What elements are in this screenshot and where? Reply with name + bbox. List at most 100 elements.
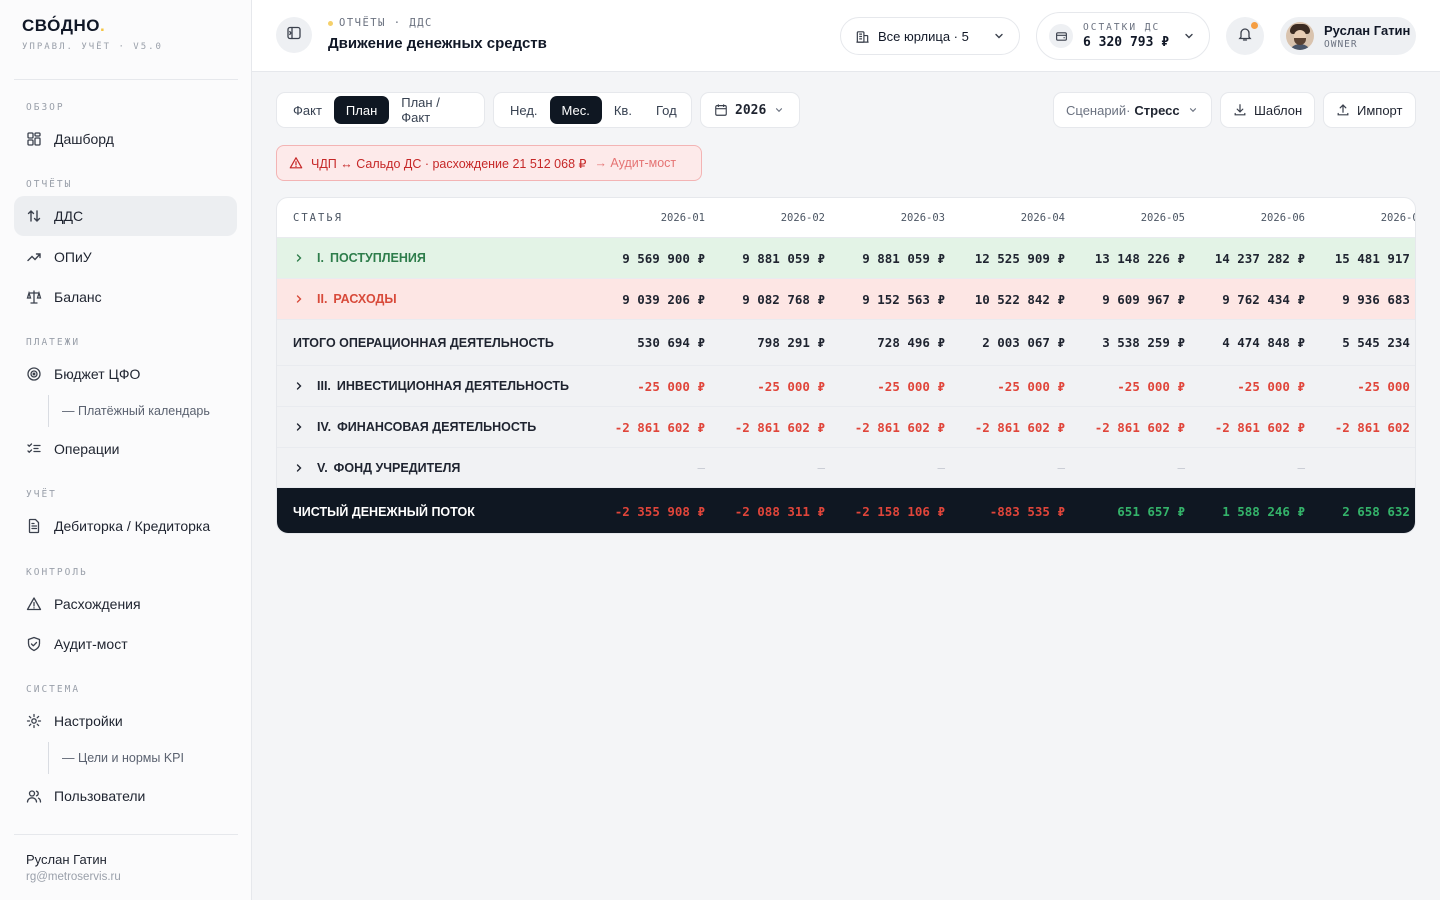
cash-balance-label: ОСТАТКИ ДС [1083,22,1161,33]
sidebar-item-label: Дашборд [54,131,114,147]
brand[interactable]: СВО́ДНО. УПРАВЛ. УЧЁТ · V5.0 [22,16,163,52]
row-title: ФИНАНСОВАЯ ДЕЯТЕЛЬНОСТЬ [337,420,537,434]
row-title: ИНВЕСТИЦИОННАЯ ДЕЯТЕЛЬНОСТЬ [336,379,570,393]
table-cell: -2 861 602 ₽ [1334,419,1416,435]
row-number: III. [317,379,331,393]
period-segmented-control: Нед. Мес. Кв. Год [493,92,692,128]
chevron-right-icon[interactable] [293,380,307,392]
alert-audit-link[interactable]: → Аудит-мост [594,156,676,170]
table-cell: 14 237 282 ₽ [1214,250,1305,266]
row-number: II. [317,292,328,306]
column-header: 2026-06 [1260,211,1305,224]
row-label: II. РАСХОДЫ [293,292,397,306]
table-row-income[interactable]: I. ПОСТУПЛЕНИЯ 9 569 900 ₽ 9 881 059 ₽ 9… [277,238,1415,279]
import-label: Импорт [1357,102,1403,118]
table-cell: 10 522 842 ₽ [974,291,1065,307]
document-icon [26,518,42,534]
scenario-selector[interactable]: Сценарий· Стресс [1053,92,1212,128]
chevron-right-icon[interactable] [293,252,307,264]
sidebar-item-receivables[interactable]: Дебиторка / Кредиторка [14,506,237,546]
user-menu[interactable]: Руслан Гатин OWNER [1280,17,1416,55]
year-selector[interactable]: 2026 [700,92,800,128]
chevron-right-icon[interactable] [293,421,307,433]
sidebar-item-discrepancies[interactable]: Расхождения [14,584,237,624]
table-cell: -2 861 602 ₽ [854,419,945,435]
chevron-right-icon[interactable] [293,462,307,474]
sidebar-item-dds[interactable]: ДДС [14,196,237,236]
period-year-tab[interactable]: Год [644,96,689,124]
sidebar-toggle-button[interactable] [276,17,312,53]
shield-check-icon [26,636,42,652]
breadcrumb-dot [328,20,333,26]
table-cell: -2 355 908 ₽ [614,504,705,519]
period-quarter-tab[interactable]: Кв. [602,96,644,124]
table-cell: -25 000 ₽ [637,378,705,394]
top-header: ОТЧЁТЫ · ДДС Движение денежных средств В… [252,0,1440,72]
period-month-tab[interactable]: Мес. [549,96,602,124]
table-cell: 9 881 059 ₽ [862,250,945,266]
table-cell: 2 658 632 ₽ [1342,504,1415,519]
template-label: Шаблон [1254,102,1303,118]
discrepancy-alert[interactable]: ЧДП ↔ Сальдо ДС · расхождение 21 512 068… [276,145,702,181]
table-row-founder-fund[interactable]: V. ФОНД УЧРЕДИТЕЛЯ — — — — — — — [277,448,1415,488]
sidebar-subitem-kpi[interactable]: — Цели и нормы KPI [48,742,184,774]
sidebar-item-settings[interactable]: Настройки [14,701,237,741]
table-cell: 9 152 563 ₽ [862,291,945,307]
row-title: РАСХОДЫ [333,292,397,306]
sidebar-item-operations[interactable]: Операции [14,429,237,469]
year-value: 2026 [735,102,767,118]
checklist-icon [26,441,42,457]
table-cell: -25 000 ₽ [1357,378,1415,394]
row-label: ИТОГО ОПЕРАЦИОННАЯ ДЕЯТЕЛЬНОСТЬ [293,336,554,350]
table-cell: -25 000 ₽ [877,378,945,394]
sidebar-item-budget[interactable]: Бюджет ЦФО [14,354,237,394]
chevron-right-icon[interactable] [293,293,307,305]
scenario-label: Сценарий· [1066,102,1131,118]
table-cell: 1 588 246 ₽ [1222,504,1305,519]
table-cell: — [937,460,945,475]
alert-text: ЧДП ↔ Сальдо ДС · расхождение 21 512 068… [311,156,587,171]
notifications-button[interactable] [1226,17,1264,55]
table-cell: — [1177,460,1185,475]
template-button[interactable]: Шаблон [1220,92,1315,128]
section-reports: ОТЧЁТЫ [26,179,73,190]
sidebar-item-opiu[interactable]: ОПиУ [14,237,237,277]
table-cell: -2 158 106 ₽ [854,504,945,519]
sidebar-item-dashboard[interactable]: Дашборд [14,119,237,159]
table-cell: -25 000 ₽ [1237,378,1305,394]
table-cell: 651 657 ₽ [1117,504,1185,519]
table-cell: 530 694 ₽ [637,335,705,350]
sidebar-subitem-payment-calendar[interactable]: — Платёжный календарь [48,395,210,427]
table-cell: 798 291 ₽ [757,335,825,350]
mode-plan-tab[interactable]: План [333,96,390,124]
table-cell: -25 000 ₽ [757,378,825,394]
sidebar-item-label: Операции [54,441,120,457]
mode-segmented-control: Факт План План / Факт [276,92,485,128]
target-icon [26,366,42,382]
trend-up-icon [26,249,42,265]
table-cell: -2 088 311 ₽ [734,504,825,519]
cash-balance-selector[interactable]: ОСТАТКИ ДС 6 320 793 ₽ [1036,12,1210,60]
section-system: СИСТЕМА [26,684,81,695]
column-header: 2026-07 [1380,211,1415,224]
table-cell: 4 474 848 ₽ [1222,335,1305,350]
entity-selector[interactable]: Все юрлица · 5 [840,17,1020,55]
sidebar-item-label: Настройки [54,713,123,729]
sidebar-user[interactable]: Руслан Гатин rg@metroservis.ru [26,852,121,883]
building-icon [855,29,870,44]
period-week-tab[interactable]: Нед. [498,96,550,124]
sidebar-item-balance[interactable]: Баланс [14,277,237,317]
sidebar-item-label: Бюджет ЦФО [54,366,141,382]
sidebar-item-audit-bridge[interactable]: Аудит-мост [14,624,237,664]
column-header: 2026-01 [660,211,705,224]
mode-plan-fact-tab[interactable]: План / Факт [389,95,480,125]
table-row-investing[interactable]: III. ИНВЕСТИЦИОННАЯ ДЕЯТЕЛЬНОСТЬ -25 000… [277,366,1415,407]
table-row-financing[interactable]: IV. ФИНАНСОВАЯ ДЕЯТЕЛЬНОСТЬ -2 861 602 ₽… [277,407,1416,448]
mode-fact-tab[interactable]: Факт [281,96,334,124]
table-row-expenses[interactable]: II. РАСХОДЫ 9 039 206 ₽ 9 082 768 ₽ 9 15… [277,279,1415,320]
sidebar-item-users[interactable]: Пользователи [14,776,237,816]
import-button[interactable]: Импорт [1323,92,1416,128]
sidebar-item-label: Баланс [54,289,102,305]
table-cell: 9 039 206 ₽ [622,291,705,307]
scenario-value: Стресс [1134,102,1180,118]
